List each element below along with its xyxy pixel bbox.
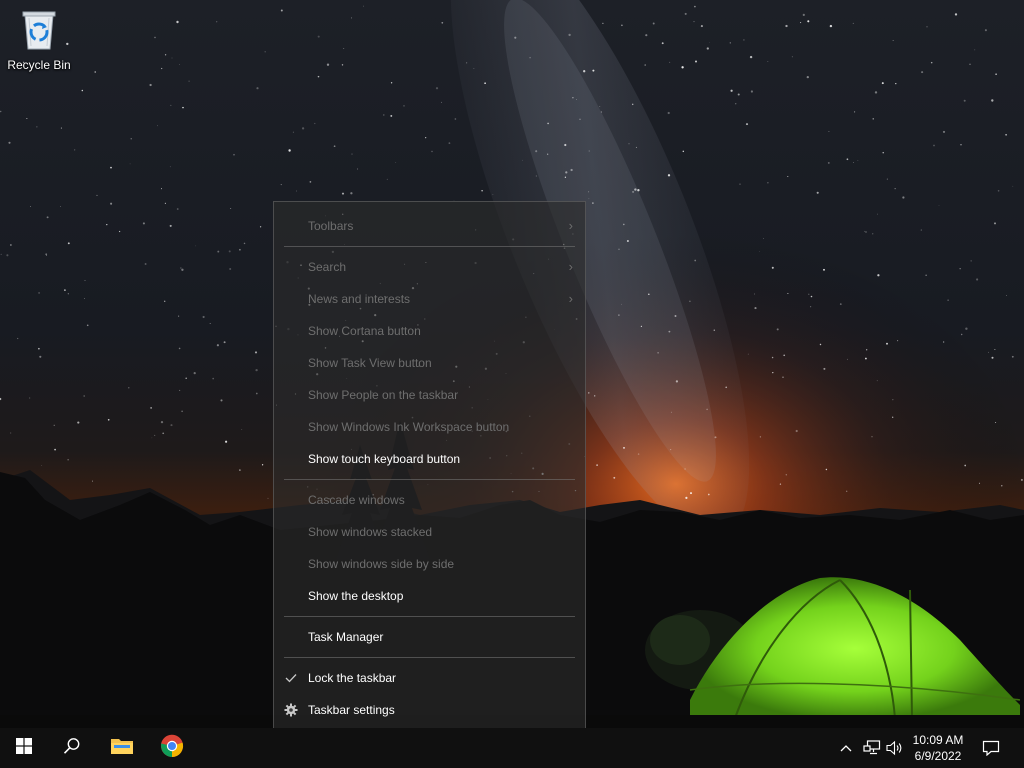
menu-separator	[284, 246, 575, 247]
menu-item-label: Show the desktop	[308, 589, 404, 603]
menu-item-show-cortana-button[interactable]: Show Cortana button	[274, 315, 585, 347]
chrome-icon	[160, 734, 184, 763]
menu-item-lock-taskbar[interactable]: Lock the taskbar	[274, 662, 585, 694]
menu-item-show-windows-side-by-side[interactable]: Show windows side by side	[274, 548, 585, 580]
menu-item-label: Show windows stacked	[308, 525, 433, 539]
menu-item-label: Show touch keyboard button	[308, 452, 461, 466]
menu-item-toolbars[interactable]: Toolbars ›	[274, 210, 585, 242]
gear-icon	[284, 703, 298, 717]
menu-item-show-ink-workspace[interactable]: Show Windows Ink Workspace button	[274, 411, 585, 443]
clock-time: 10:09 AM	[912, 733, 964, 747]
menu-separator	[284, 479, 575, 480]
menu-item-show-touch-keyboard[interactable]: Show touch keyboard button	[274, 443, 585, 475]
chevron-up-icon[interactable]	[838, 738, 854, 758]
folder-icon	[110, 736, 134, 761]
menu-separator	[284, 616, 575, 617]
taskbar-context-menu: Toolbars › Search › News and interests ›…	[273, 201, 586, 735]
menu-item-label: Show Task View button	[308, 356, 432, 370]
menu-item-cascade-windows[interactable]: Cascade windows	[274, 484, 585, 516]
menu-item-search[interactable]: Search ›	[274, 251, 585, 283]
menu-item-news-and-interests[interactable]: News and interests ›	[274, 283, 585, 315]
menu-item-label: Show People on the taskbar	[308, 388, 459, 402]
taskbar-clock[interactable]: 10:09 AM 6/9/2022	[904, 731, 972, 765]
chevron-right-icon: ›	[568, 218, 573, 233]
desktop-icon-label: Recycle Bin	[7, 58, 71, 72]
notification-icon[interactable]	[980, 738, 1002, 758]
taskbar[interactable]: 10:09 AM 6/9/2022	[0, 728, 1024, 768]
search-icon	[63, 737, 81, 760]
menu-item-label: News and interests	[308, 292, 411, 306]
menu-item-taskbar-settings[interactable]: Taskbar settings	[274, 694, 585, 726]
menu-item-label: Task Manager	[308, 630, 384, 644]
start-button[interactable]	[0, 728, 48, 768]
menu-item-label: Taskbar settings	[308, 703, 395, 717]
menu-separator	[284, 657, 575, 658]
menu-item-label: Show Windows Ink Workspace button	[308, 420, 510, 434]
menu-item-show-task-view-button[interactable]: Show Task View button	[274, 347, 585, 379]
file-explorer-button[interactable]	[98, 728, 146, 768]
desktop-icon-recycle-bin[interactable]: Recycle Bin	[4, 6, 74, 76]
windows-logo-icon	[16, 737, 32, 759]
volume-icon[interactable]	[885, 738, 905, 758]
menu-item-label: Toolbars	[308, 219, 354, 233]
menu-item-label: Show Cortana button	[308, 324, 421, 338]
search-button[interactable]	[48, 728, 96, 768]
recycle-bin-icon	[17, 6, 61, 52]
menu-item-label: Show windows side by side	[308, 557, 455, 571]
menu-item-show-windows-stacked[interactable]: Show windows stacked	[274, 516, 585, 548]
menu-item-show-people[interactable]: Show People on the taskbar	[274, 379, 585, 411]
menu-item-label: Lock the taskbar	[308, 671, 397, 685]
menu-item-task-manager[interactable]: Task Manager	[274, 621, 585, 653]
clock-date: 6/9/2022	[914, 749, 962, 763]
chevron-right-icon: ›	[568, 291, 573, 306]
network-icon[interactable]	[862, 738, 882, 758]
chevron-right-icon: ›	[568, 259, 573, 274]
chrome-button[interactable]	[148, 728, 196, 768]
menu-item-show-desktop[interactable]: Show the desktop	[274, 580, 585, 612]
menu-item-label: Search	[308, 260, 347, 274]
checkmark-icon	[284, 671, 298, 685]
menu-item-label: Cascade windows	[308, 493, 405, 507]
